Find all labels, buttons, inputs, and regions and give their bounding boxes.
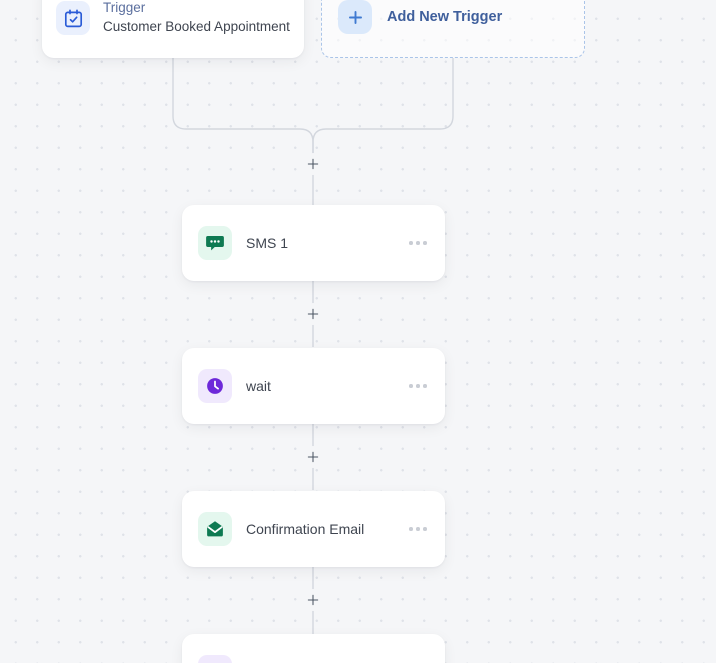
trigger-kicker: Trigger [103,0,146,16]
more-options-icon[interactable] [407,378,429,394]
more-options-icon[interactable] [407,521,429,537]
more-options-icon[interactable] [407,235,429,251]
add-new-trigger-label: Add New Trigger [387,9,503,25]
trigger-card-text: Trigger Customer Booked Appointment [103,0,290,36]
workflow-node-confirmation-email[interactable]: Confirmation Email [182,491,445,567]
workflow-node-label: wait [246,378,271,394]
add-step-after-wait-button[interactable] [302,446,324,468]
calendar-check-icon [56,1,90,35]
workflow-node-partial-bottom[interactable] [182,634,445,663]
trigger-title: Customer Booked Appointment [103,19,290,34]
plus-icon [338,0,372,34]
add-step-after-triggers-button[interactable] [302,153,324,175]
add-new-trigger-button[interactable]: Add New Trigger [321,0,585,58]
clock-icon [198,655,232,663]
workflow-node-sms-1[interactable]: SMS 1 [182,205,445,281]
trigger-card[interactable]: Trigger Customer Booked Appointment [42,0,304,58]
sms-chat-bubble-icon [198,226,232,260]
clock-icon [198,369,232,403]
workflow-node-wait[interactable]: wait [182,348,445,424]
workflow-canvas[interactable]: Trigger Customer Booked Appointment Add … [0,0,716,663]
add-step-after-confirmation-email-button[interactable] [302,589,324,611]
open-envelope-icon [198,512,232,546]
workflow-node-label: SMS 1 [246,235,289,251]
add-step-after-sms-1-button[interactable] [302,303,324,325]
workflow-node-label: Confirmation Email [246,521,365,537]
